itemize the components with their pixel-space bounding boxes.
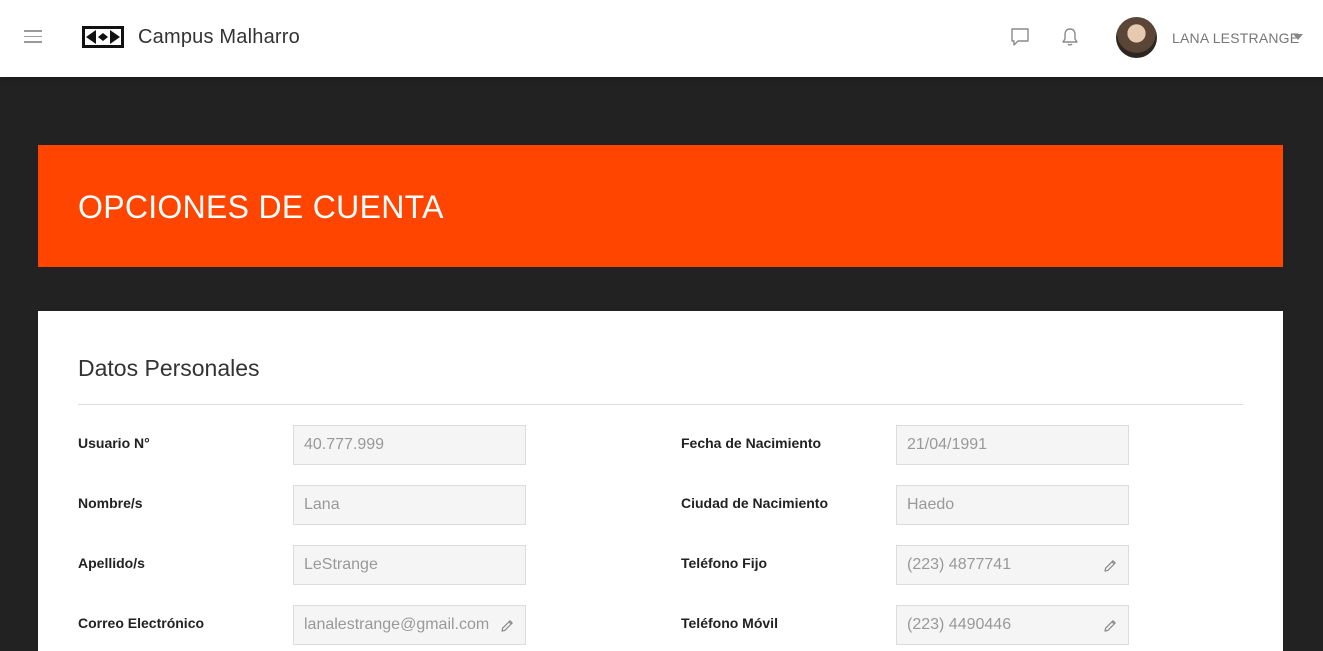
logo[interactable]	[82, 26, 124, 48]
username[interactable]: LANA LESTRANGE	[1172, 30, 1299, 46]
usuario-label: Usuario N°	[78, 435, 150, 451]
telfijo-label: Teléfono Fijo	[681, 555, 768, 571]
telfijo-input[interactable]	[897, 546, 1128, 584]
pencil-icon[interactable]	[1102, 558, 1118, 574]
correo-field[interactable]	[293, 605, 526, 645]
top-navbar: Campus Malharro LANA LESTRANGE	[0, 0, 1323, 77]
fecha-field	[896, 425, 1129, 465]
avatar[interactable]	[1116, 17, 1157, 58]
bell-icon[interactable]	[1059, 26, 1081, 48]
pencil-icon[interactable]	[1102, 618, 1118, 634]
fecha-label: Fecha de Nacimiento	[681, 435, 822, 451]
correo-input[interactable]	[294, 606, 525, 644]
ciudad-label: Ciudad de Nacimiento	[681, 495, 829, 511]
page-title: OPCIONES DE CUENTA	[78, 189, 444, 225]
brand-name[interactable]: Campus Malharro	[138, 26, 300, 49]
menu-icon[interactable]	[24, 30, 42, 44]
apellido-field	[293, 545, 526, 585]
usuario-field	[293, 425, 526, 465]
telmovil-label: Teléfono Móvil	[681, 615, 778, 631]
nombre-label: Nombre/s	[78, 495, 143, 511]
pencil-icon[interactable]	[499, 618, 515, 634]
fecha-input	[897, 426, 1128, 464]
telmovil-input[interactable]	[897, 606, 1128, 644]
ciudad-field	[896, 485, 1129, 525]
ciudad-input	[897, 486, 1128, 524]
telfijo-field[interactable]	[896, 545, 1129, 585]
chat-icon[interactable]	[1009, 26, 1031, 48]
nombre-field	[293, 485, 526, 525]
personal-data-card: Datos Personales Usuario N° Nombre/s Ape…	[38, 311, 1283, 651]
usuario-input	[294, 426, 525, 464]
apellido-input	[294, 546, 525, 584]
caret-down-icon[interactable]	[1293, 34, 1303, 40]
correo-label: Correo Electrónico	[78, 615, 205, 631]
divider	[78, 404, 1243, 405]
telmovil-field[interactable]	[896, 605, 1129, 645]
nombre-input	[294, 486, 525, 524]
apellido-label: Apellido/s	[78, 555, 145, 571]
page-header-banner: OPCIONES DE CUENTA	[38, 145, 1283, 267]
section-title: Datos Personales	[78, 355, 260, 381]
